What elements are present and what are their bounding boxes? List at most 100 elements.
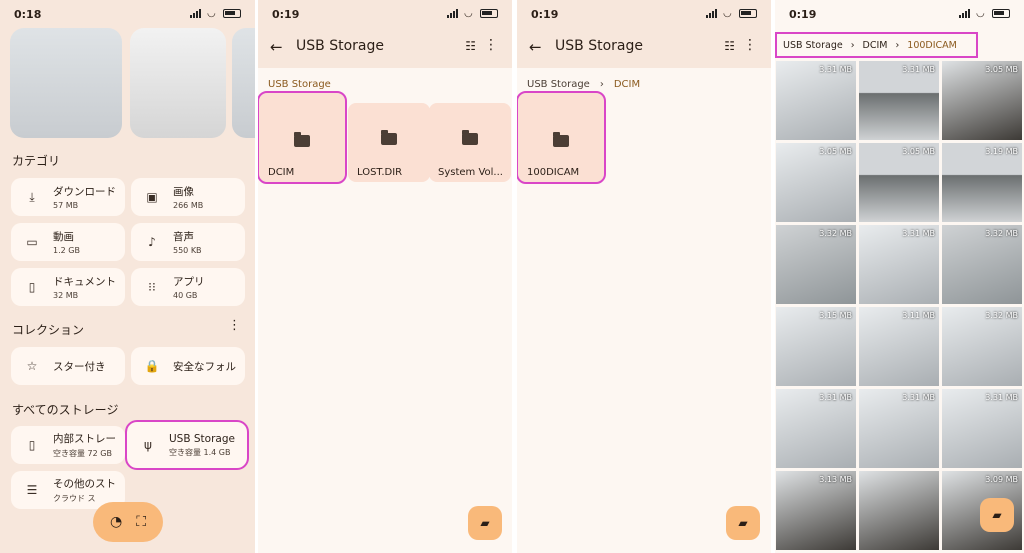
- battery-icon: [739, 9, 757, 18]
- folder-icon: [462, 130, 478, 145]
- back-arrow-icon[interactable]: ←: [529, 38, 542, 56]
- list-view-icon[interactable]: ☷: [465, 39, 476, 53]
- photo-thumbnail[interactable]: 3.32 MB: [776, 225, 856, 304]
- photo-thumbnail[interactable]: 3.32 MB: [942, 307, 1022, 386]
- storage-title: すべてのストレージ: [12, 403, 119, 417]
- chevron-right-icon: ›: [895, 39, 900, 51]
- back-arrow-icon[interactable]: ←: [270, 38, 283, 56]
- photo-thumbnail[interactable]: 3.13 MB: [776, 471, 856, 550]
- collection-starred[interactable]: ☆ スター付き: [11, 347, 125, 385]
- battery-icon: [223, 9, 241, 18]
- app-bar: ← USB Storage ☷ ⋮: [258, 28, 512, 68]
- clock: 0:18: [14, 8, 42, 21]
- breadcrumb-item[interactable]: DCIM: [614, 79, 640, 90]
- folder-system-volume[interactable]: System Vol...: [429, 103, 511, 182]
- new-folder-button[interactable]: ▰: [468, 506, 502, 540]
- category-documents[interactable]: ▯ ドキュメント 32 MB: [11, 268, 125, 306]
- more-icon[interactable]: ⋮: [743, 37, 757, 53]
- phone-icon: ▯: [28, 438, 36, 452]
- category-apps[interactable]: ⁝⁝ アプリ 40 GB: [131, 268, 245, 306]
- collection-safe-folder[interactable]: 🔒 安全なフォル: [131, 347, 245, 385]
- page-title: USB Storage: [296, 38, 384, 54]
- photo-grid: 3.31 MB 3.31 MB 3.05 MB 3.05 MB 3.05 MB …: [775, 61, 1024, 550]
- photo-thumbnail[interactable]: 3.11 MB: [859, 307, 939, 386]
- document-icon: ▯: [28, 280, 36, 294]
- folder-dcim[interactable]: DCIM: [258, 91, 347, 184]
- folder-100dicam[interactable]: 100DICAM: [517, 91, 606, 184]
- more-icon[interactable]: ⋮: [484, 37, 498, 53]
- new-folder-icon: ▰: [480, 516, 490, 530]
- recent-files: [10, 28, 255, 138]
- photo-thumbnail[interactable]: 3.31 MB: [776, 389, 856, 468]
- storage-internal[interactable]: ▯ 内部ストレー 空き容量 72 GB: [11, 426, 125, 464]
- status-bar: 0:18 ◡: [0, 0, 255, 28]
- new-folder-button[interactable]: ▰: [980, 498, 1014, 532]
- category-downloads[interactable]: ⤓ ダウンロード 57 MB: [11, 178, 125, 216]
- wifi-icon: ◡: [976, 8, 985, 19]
- status-bar: 0:19 ◡: [775, 0, 1024, 28]
- photo-thumbnail[interactable]: 3.05 MB: [859, 143, 939, 222]
- photo-thumbnail[interactable]: 3.05 MB: [776, 143, 856, 222]
- photo-thumbnail[interactable]: 3.15 MB: [776, 307, 856, 386]
- folder-icon: [381, 130, 397, 145]
- photo-thumbnail[interactable]: 3.31 MB: [859, 389, 939, 468]
- list-view-icon[interactable]: ☷: [724, 39, 735, 53]
- status-bar: 0:19 ◡: [258, 0, 512, 28]
- photo-grid-screen: 0:19 ◡ USB Storage › DCIM › 100DICAM 3.3…: [775, 0, 1024, 553]
- battery-icon: [480, 9, 498, 18]
- signal-icon: [190, 9, 202, 18]
- photo-thumbnail[interactable]: 3.19 MB: [942, 143, 1022, 222]
- new-folder-icon: ▰: [738, 516, 748, 530]
- signal-icon: [447, 9, 459, 18]
- photo-thumbnail[interactable]: 3.31 MB: [942, 389, 1022, 468]
- signal-icon: [706, 9, 718, 18]
- chevron-right-icon: ›: [850, 39, 855, 51]
- photo-thumbnail[interactable]: 3.31 MB: [859, 61, 939, 140]
- breadcrumb-item[interactable]: DCIM: [863, 40, 888, 51]
- collection-title: コレクション: [12, 323, 85, 337]
- apps-icon: ⁝⁝: [148, 280, 156, 294]
- breadcrumb-item[interactable]: USB Storage: [268, 79, 331, 90]
- clock: 0:19: [531, 8, 559, 21]
- page-title: USB Storage: [555, 38, 643, 54]
- category-audio[interactable]: ♪ 音声 550 KB: [131, 223, 245, 261]
- usb-root-screen: 0:19 ◡ ← USB Storage ☷ ⋮ USB Storage DCI…: [258, 0, 512, 553]
- new-folder-icon: ▰: [992, 508, 1002, 522]
- list-icon: ☰: [26, 483, 38, 497]
- lock-icon: 🔒: [144, 359, 160, 373]
- music-icon: ♪: [148, 235, 156, 249]
- wifi-icon: ◡: [207, 8, 216, 19]
- chevron-right-icon: ›: [599, 79, 604, 90]
- breadcrumb: USB Storage › DCIM: [527, 79, 640, 90]
- breadcrumb: USB Storage: [268, 79, 331, 90]
- breadcrumb-item[interactable]: 100DICAM: [907, 40, 957, 51]
- star-icon: ☆: [26, 359, 38, 373]
- usb-icon: ψ: [144, 438, 152, 452]
- files-home-screen: 0:18 ◡ カテゴリ ⤓ ダウンロード 57 MB ▣ 画像 266 MB ▭ 動画 1.…: [0, 0, 255, 553]
- folder-lost-dir[interactable]: LOST.DIR: [348, 103, 430, 182]
- image-icon: ▣: [146, 190, 158, 204]
- recent-thumbnail[interactable]: [130, 28, 226, 138]
- breadcrumb-item[interactable]: USB Storage: [527, 79, 590, 90]
- breadcrumb-item[interactable]: USB Storage: [783, 40, 843, 51]
- folder-icon: [294, 132, 310, 147]
- photo-thumbnail[interactable]: 3.05 MB: [942, 61, 1022, 140]
- folder-icon: [553, 132, 569, 147]
- category-title: カテゴリ: [12, 154, 61, 168]
- clean-icon[interactable]: ◔: [110, 514, 122, 530]
- scan-icon[interactable]: ⛶: [136, 514, 146, 530]
- more-icon[interactable]: ⋮: [228, 318, 241, 333]
- photo-thumbnail[interactable]: 3.32 MB: [942, 225, 1022, 304]
- wifi-icon: ◡: [723, 8, 732, 19]
- category-images[interactable]: ▣ 画像 266 MB: [131, 178, 245, 216]
- photo-thumbnail[interactable]: [859, 471, 939, 550]
- new-folder-button[interactable]: ▰: [726, 506, 760, 540]
- clock: 0:19: [789, 8, 817, 21]
- photo-thumbnail[interactable]: 3.31 MB: [859, 225, 939, 304]
- recent-thumbnail[interactable]: [232, 28, 255, 138]
- recent-thumbnail[interactable]: [10, 28, 122, 138]
- storage-usb[interactable]: ψ USB Storage 空き容量 1.4 GB: [125, 420, 249, 470]
- photo-thumbnail[interactable]: 3.31 MB: [776, 61, 856, 140]
- app-bar: ← USB Storage ☷ ⋮: [517, 28, 771, 68]
- category-videos[interactable]: ▭ 動画 1.2 GB: [11, 223, 125, 261]
